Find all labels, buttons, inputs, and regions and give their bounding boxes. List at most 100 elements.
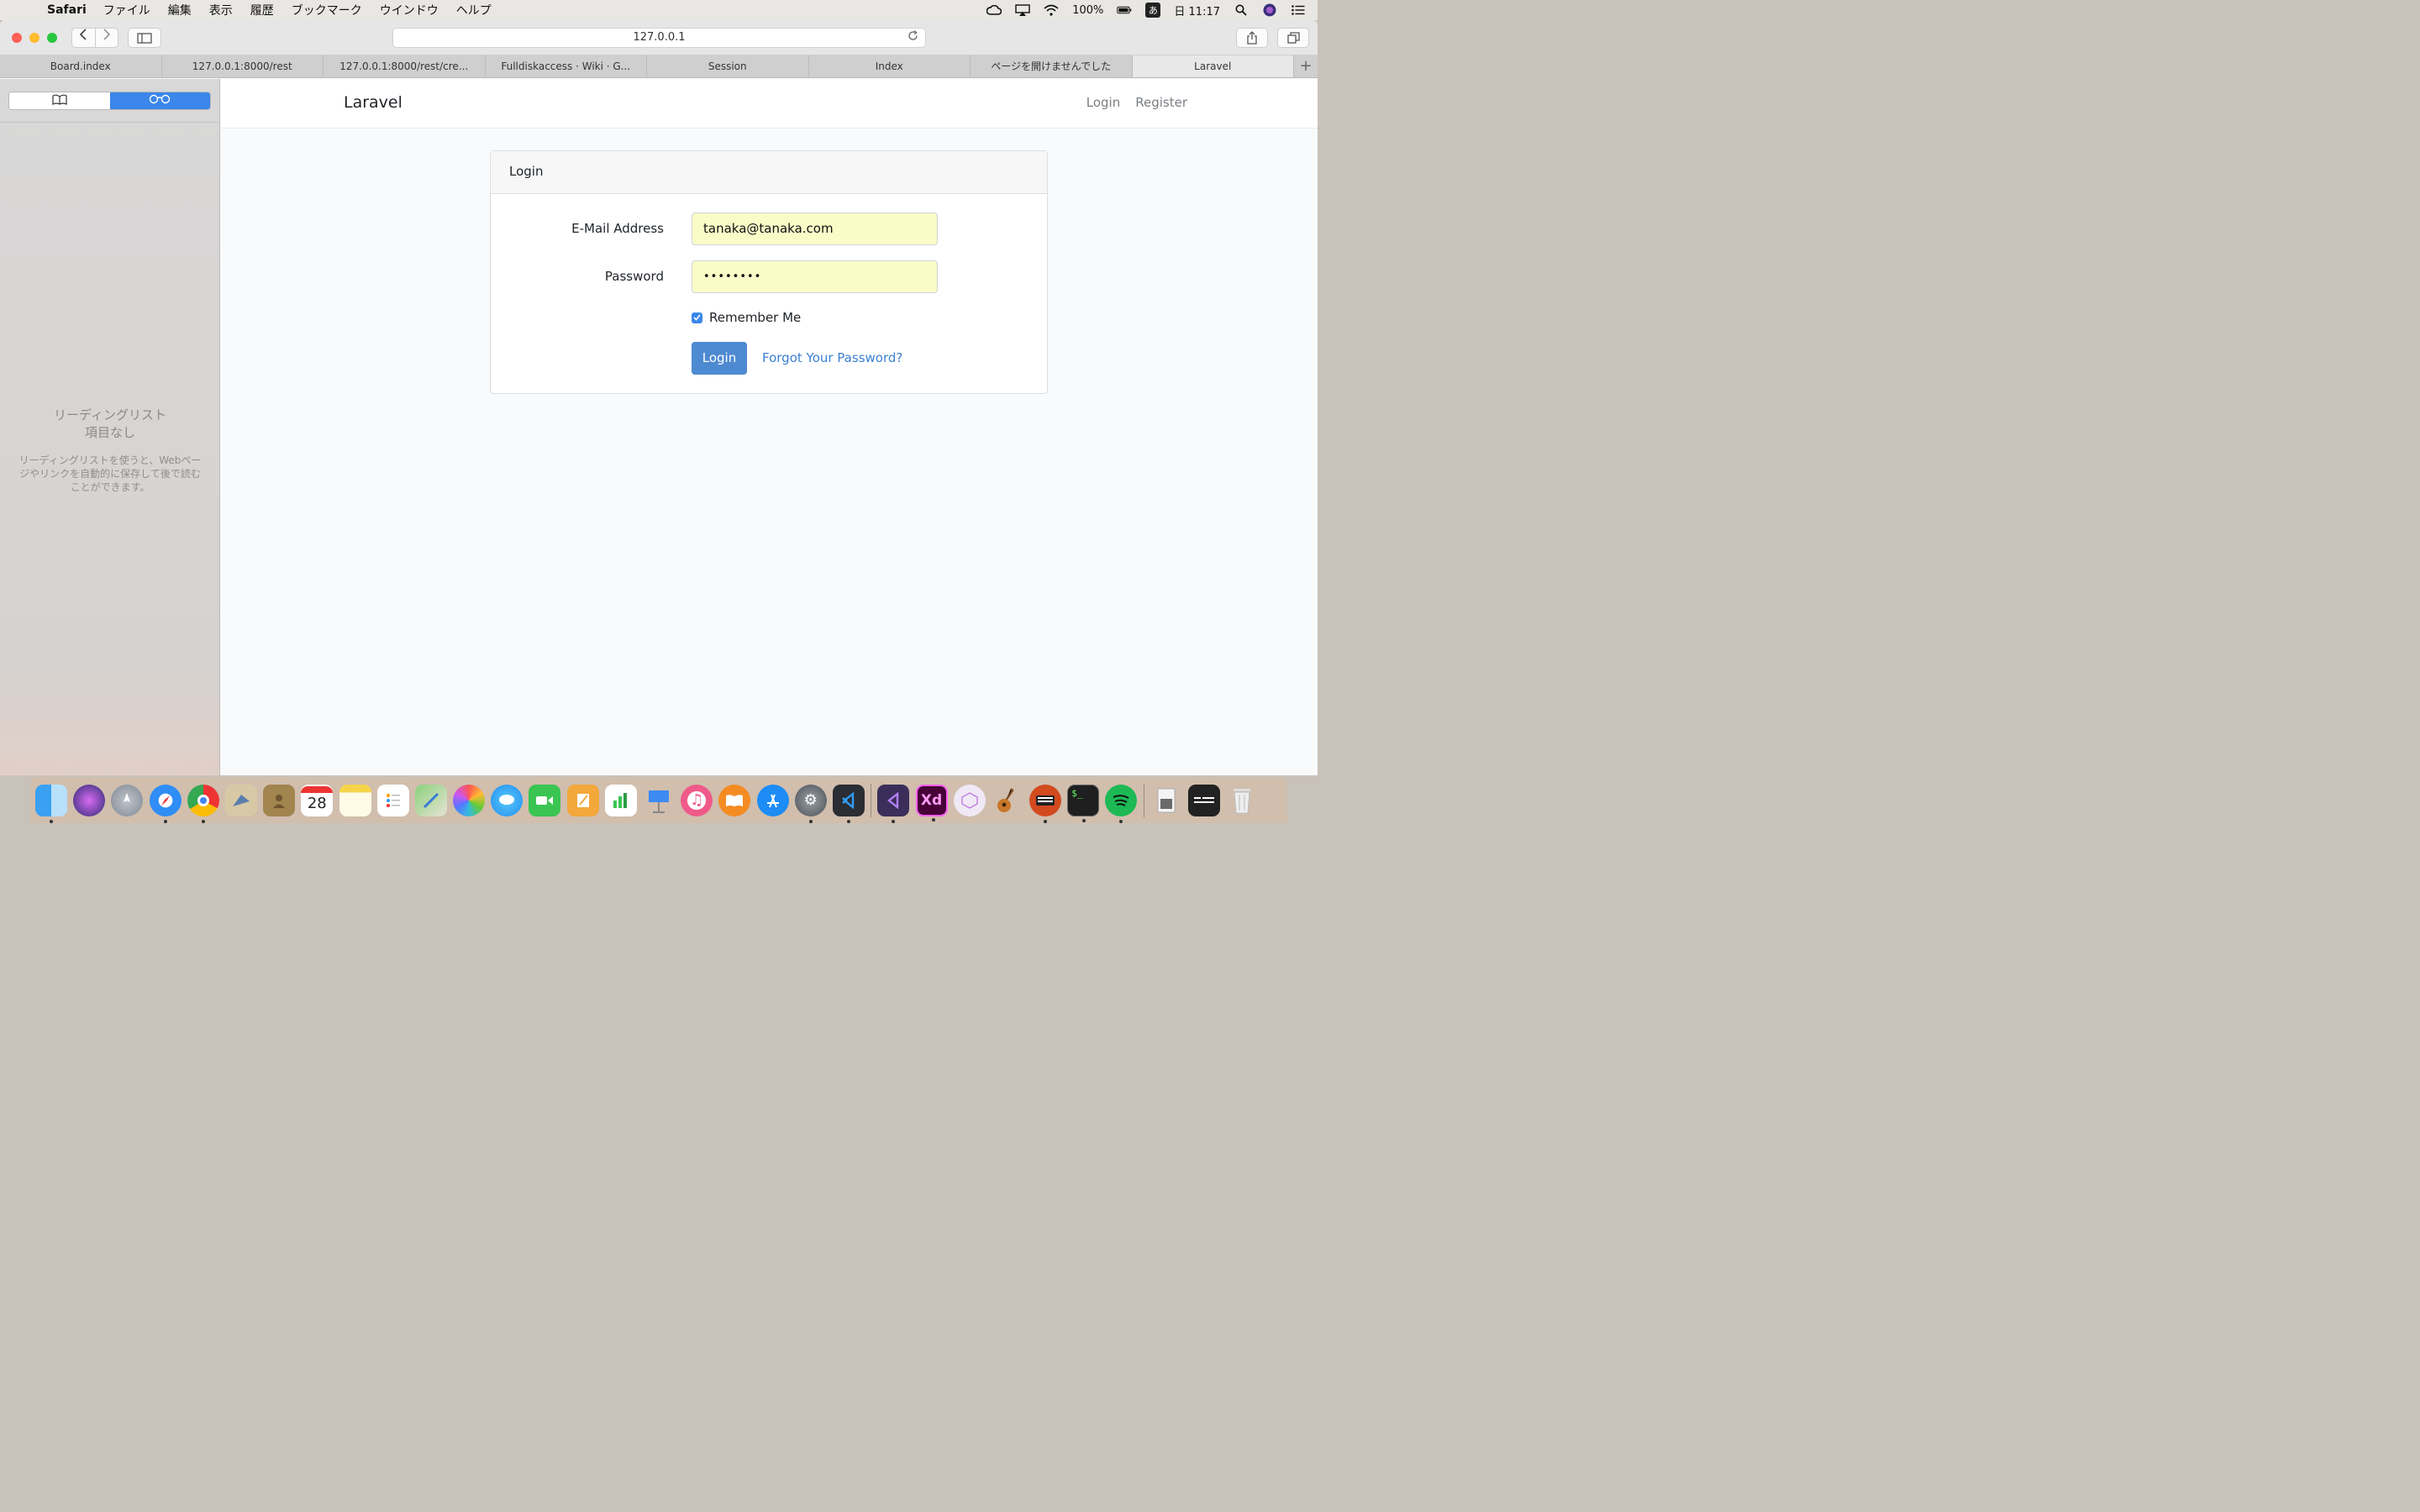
screen-app-icon[interactable]	[1188, 784, 1220, 816]
calendar-day: 28	[307, 794, 327, 812]
adobe-xd-icon[interactable]: Xd	[915, 784, 948, 822]
downloads-icon[interactable]	[1150, 785, 1182, 816]
minimize-window-button[interactable]	[29, 33, 39, 43]
menubar: Safari ファイル 編集 表示 履歴 ブックマーク ウインドウ ヘルプ 10…	[0, 0, 1318, 20]
books-icon[interactable]	[718, 784, 751, 816]
music-icon[interactable]: ♫	[681, 784, 713, 816]
visual-studio-icon[interactable]	[877, 784, 910, 823]
terminal-icon[interactable]: $_	[1067, 784, 1100, 822]
numbers-icon[interactable]	[604, 784, 637, 816]
menu-history[interactable]: 履歴	[250, 2, 274, 18]
menu-bookmarks[interactable]: ブックマーク	[292, 2, 362, 18]
siri-dock-icon[interactable]	[73, 784, 106, 816]
fullscreen-window-button[interactable]	[47, 33, 57, 43]
dock: 28 ♫ ⚙ Xd $_	[30, 777, 1287, 823]
empty-title-line2: 項目なし	[84, 425, 135, 440]
siri-icon[interactable]	[1262, 3, 1277, 17]
sidebar-toggle-button[interactable]	[128, 28, 161, 48]
nav-login-link[interactable]: Login	[1086, 95, 1120, 110]
bookmarks-tab[interactable]	[9, 92, 110, 109]
tab-overview-button[interactable]	[1277, 28, 1309, 48]
close-window-button[interactable]	[12, 33, 22, 43]
menu-window[interactable]: ウインドウ	[380, 2, 439, 18]
tab-session[interactable]: Session	[647, 55, 809, 77]
new-tab-button[interactable]: +	[1294, 55, 1318, 77]
garageband-icon[interactable]	[992, 785, 1023, 816]
reading-list-tab[interactable]	[109, 92, 210, 109]
password-field[interactable]: ••••••••	[692, 260, 938, 293]
notification-center-icon[interactable]	[1291, 4, 1306, 16]
tab-rest-create[interactable]: 127.0.0.1:8000/rest/cre...	[324, 55, 486, 77]
sidebar-divider	[0, 122, 220, 123]
nav-register-link[interactable]: Register	[1135, 95, 1187, 110]
nav-links: Login Register	[1086, 95, 1187, 110]
menu-file[interactable]: ファイル	[103, 2, 150, 18]
airplay-icon[interactable]	[1015, 4, 1030, 16]
safari-window: 127.0.0.1 Board.index 127.0.0.1:8000/res…	[0, 20, 1318, 775]
spotify-icon[interactable]	[1105, 784, 1138, 823]
email-label: E-Mail Address	[571, 221, 664, 236]
site-brand[interactable]: Laravel	[344, 93, 402, 112]
facetime-icon[interactable]	[529, 784, 561, 816]
trash-icon[interactable]	[1226, 785, 1258, 816]
messages-icon[interactable]	[491, 784, 523, 816]
tab-page-error[interactable]: ページを開けませんでした	[971, 55, 1133, 77]
wifi-icon[interactable]	[1044, 4, 1059, 16]
reminders-icon[interactable]	[376, 784, 409, 816]
menu-view[interactable]: 表示	[209, 2, 233, 18]
login-card: Login E-Mail Address tanaka@tanaka.com P…	[490, 150, 1048, 394]
menu-help[interactable]: ヘルプ	[456, 2, 492, 18]
reload-icon[interactable]	[908, 29, 918, 47]
spotlight-search-icon[interactable]	[1234, 4, 1249, 16]
safari-dock-icon[interactable]	[149, 784, 182, 823]
reading-list-empty-title: リーディングリスト 項目なし	[0, 407, 220, 442]
keynote-icon[interactable]	[643, 785, 675, 816]
battery-percent: 100%	[1072, 3, 1104, 17]
email-field[interactable]: tanaka@tanaka.com	[692, 213, 938, 245]
tab-laravel[interactable]: Laravel	[1132, 55, 1294, 77]
tab-rest[interactable]: 127.0.0.1:8000/rest	[162, 55, 324, 77]
glasses-icon	[148, 94, 171, 108]
forgot-password-link[interactable]: Forgot Your Password?	[762, 350, 902, 365]
battery-icon[interactable]	[1117, 4, 1132, 16]
maps-icon[interactable]	[414, 784, 447, 816]
browser-toolbar: 127.0.0.1	[0, 20, 1318, 55]
creative-cloud-icon[interactable]	[986, 4, 1002, 16]
contacts-icon[interactable]	[263, 784, 296, 816]
share-button[interactable]	[1236, 28, 1268, 48]
app-menu[interactable]: Safari	[47, 3, 87, 17]
url-text: 127.0.0.1	[633, 31, 686, 44]
keyboard-app-icon[interactable]	[1029, 784, 1062, 823]
notes-icon[interactable]	[339, 784, 371, 816]
clock[interactable]: 日 11:17	[1174, 3, 1220, 18]
card-title: Login	[491, 151, 1047, 194]
remember-label[interactable]: Remember Me	[709, 310, 801, 325]
tab-index[interactable]: Index	[809, 55, 971, 77]
mail-icon[interactable]	[224, 784, 257, 816]
forward-button[interactable]	[96, 29, 118, 47]
launchpad-icon[interactable]	[111, 784, 144, 816]
vscode-icon[interactable]	[832, 784, 865, 823]
calendar-icon[interactable]: 28	[301, 784, 334, 816]
chrome-icon[interactable]	[187, 784, 219, 823]
login-button[interactable]: Login	[692, 342, 747, 375]
web-content: Laravel Login Register Login E-Mail Addr…	[221, 79, 1318, 775]
input-method-icon[interactable]: あ	[1145, 3, 1161, 18]
pages-icon[interactable]	[566, 784, 599, 816]
empty-title-line1: リーディングリスト	[54, 407, 166, 423]
finder-icon[interactable]	[35, 784, 67, 823]
tab-fulldiskaccess-wiki[interactable]: Fulldiskaccess · Wiki · G...	[486, 55, 647, 77]
ar-app-icon[interactable]	[953, 784, 986, 816]
remember-checkbox[interactable]	[692, 312, 702, 323]
status-area: 100% あ 日 11:17	[986, 0, 1306, 20]
book-icon	[52, 94, 67, 108]
tab-board-index[interactable]: Board.index	[0, 55, 162, 77]
back-button[interactable]	[72, 29, 96, 47]
menu-edit[interactable]: 編集	[168, 2, 192, 18]
photos-icon[interactable]	[453, 784, 486, 816]
system-preferences-icon[interactable]: ⚙	[794, 784, 827, 823]
app-store-icon[interactable]	[756, 784, 789, 816]
address-bar[interactable]: 127.0.0.1	[392, 28, 926, 48]
remember-me: Remember Me	[692, 310, 801, 325]
password-label: Password	[604, 269, 664, 284]
